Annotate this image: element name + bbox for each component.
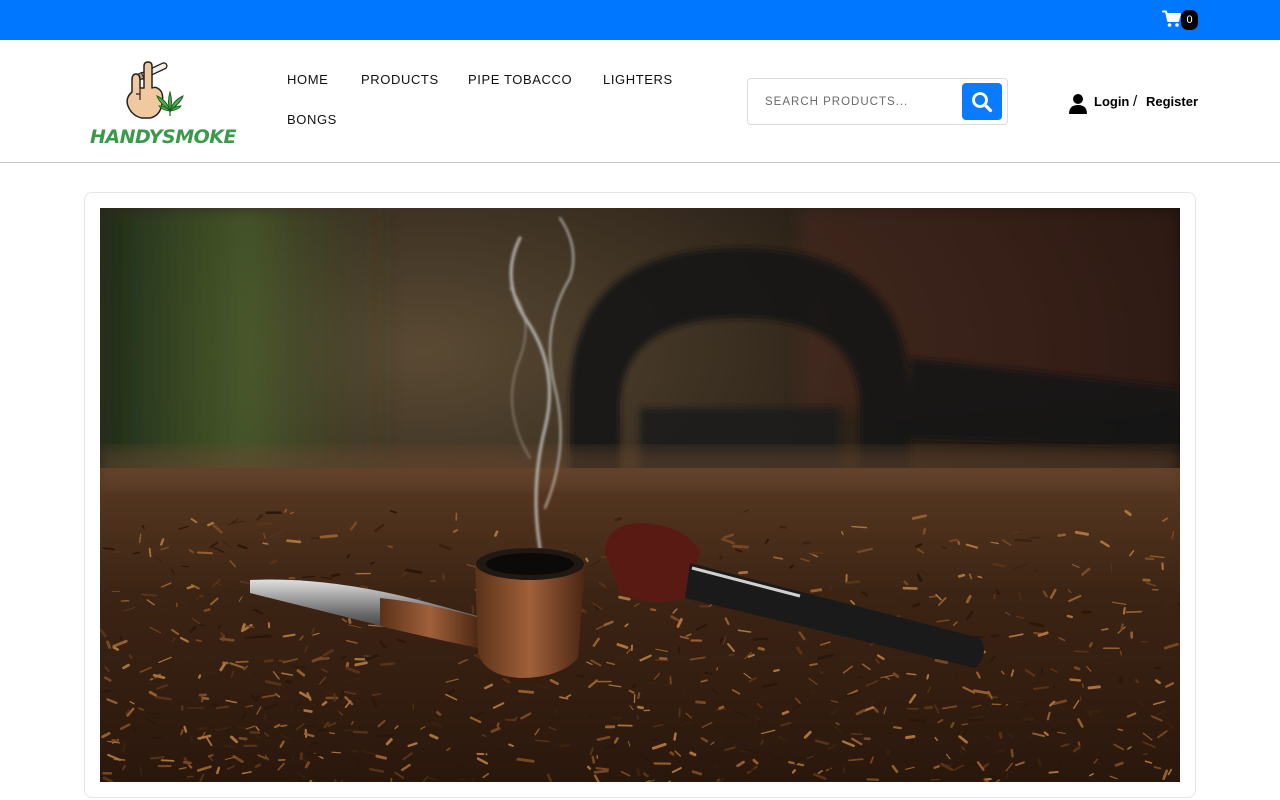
pipe-tobacco-photo: [100, 208, 1180, 782]
user-icon: [1069, 94, 1087, 114]
top-bar: 0: [0, 0, 1280, 40]
logo-hand-icon: [126, 61, 184, 119]
nav-item-home[interactable]: HOME: [287, 72, 328, 87]
site-header: HANDYSMOKE HOME PRODUCTS PIPE TOBACCO LI…: [0, 40, 1280, 163]
nav-item-bongs[interactable]: BONGS: [287, 112, 337, 127]
nav-item-lighters[interactable]: LIGHTERS: [603, 72, 673, 87]
site-logo[interactable]: HANDYSMOKE: [88, 60, 237, 152]
logo-wordmark: HANDYSMOKE: [90, 126, 237, 148]
cart-count-badge: 0: [1181, 10, 1198, 30]
search-button[interactable]: [962, 83, 1002, 120]
search-input[interactable]: [756, 87, 956, 117]
hero-banner-card: [84, 192, 1196, 798]
login-link[interactable]: Login: [1094, 94, 1129, 109]
cart-icon: [1162, 10, 1181, 27]
account-separator: /: [1133, 93, 1138, 110]
hero-banner-image[interactable]: [100, 208, 1180, 782]
search-box: [747, 78, 1008, 125]
register-link[interactable]: Register: [1146, 94, 1198, 109]
nav-item-pipe-tobacco[interactable]: PIPE TOBACCO: [468, 72, 572, 87]
search-icon: [972, 91, 993, 112]
cart-button[interactable]: 0: [1162, 9, 1202, 33]
nav-item-products[interactable]: PRODUCTS: [361, 72, 439, 87]
